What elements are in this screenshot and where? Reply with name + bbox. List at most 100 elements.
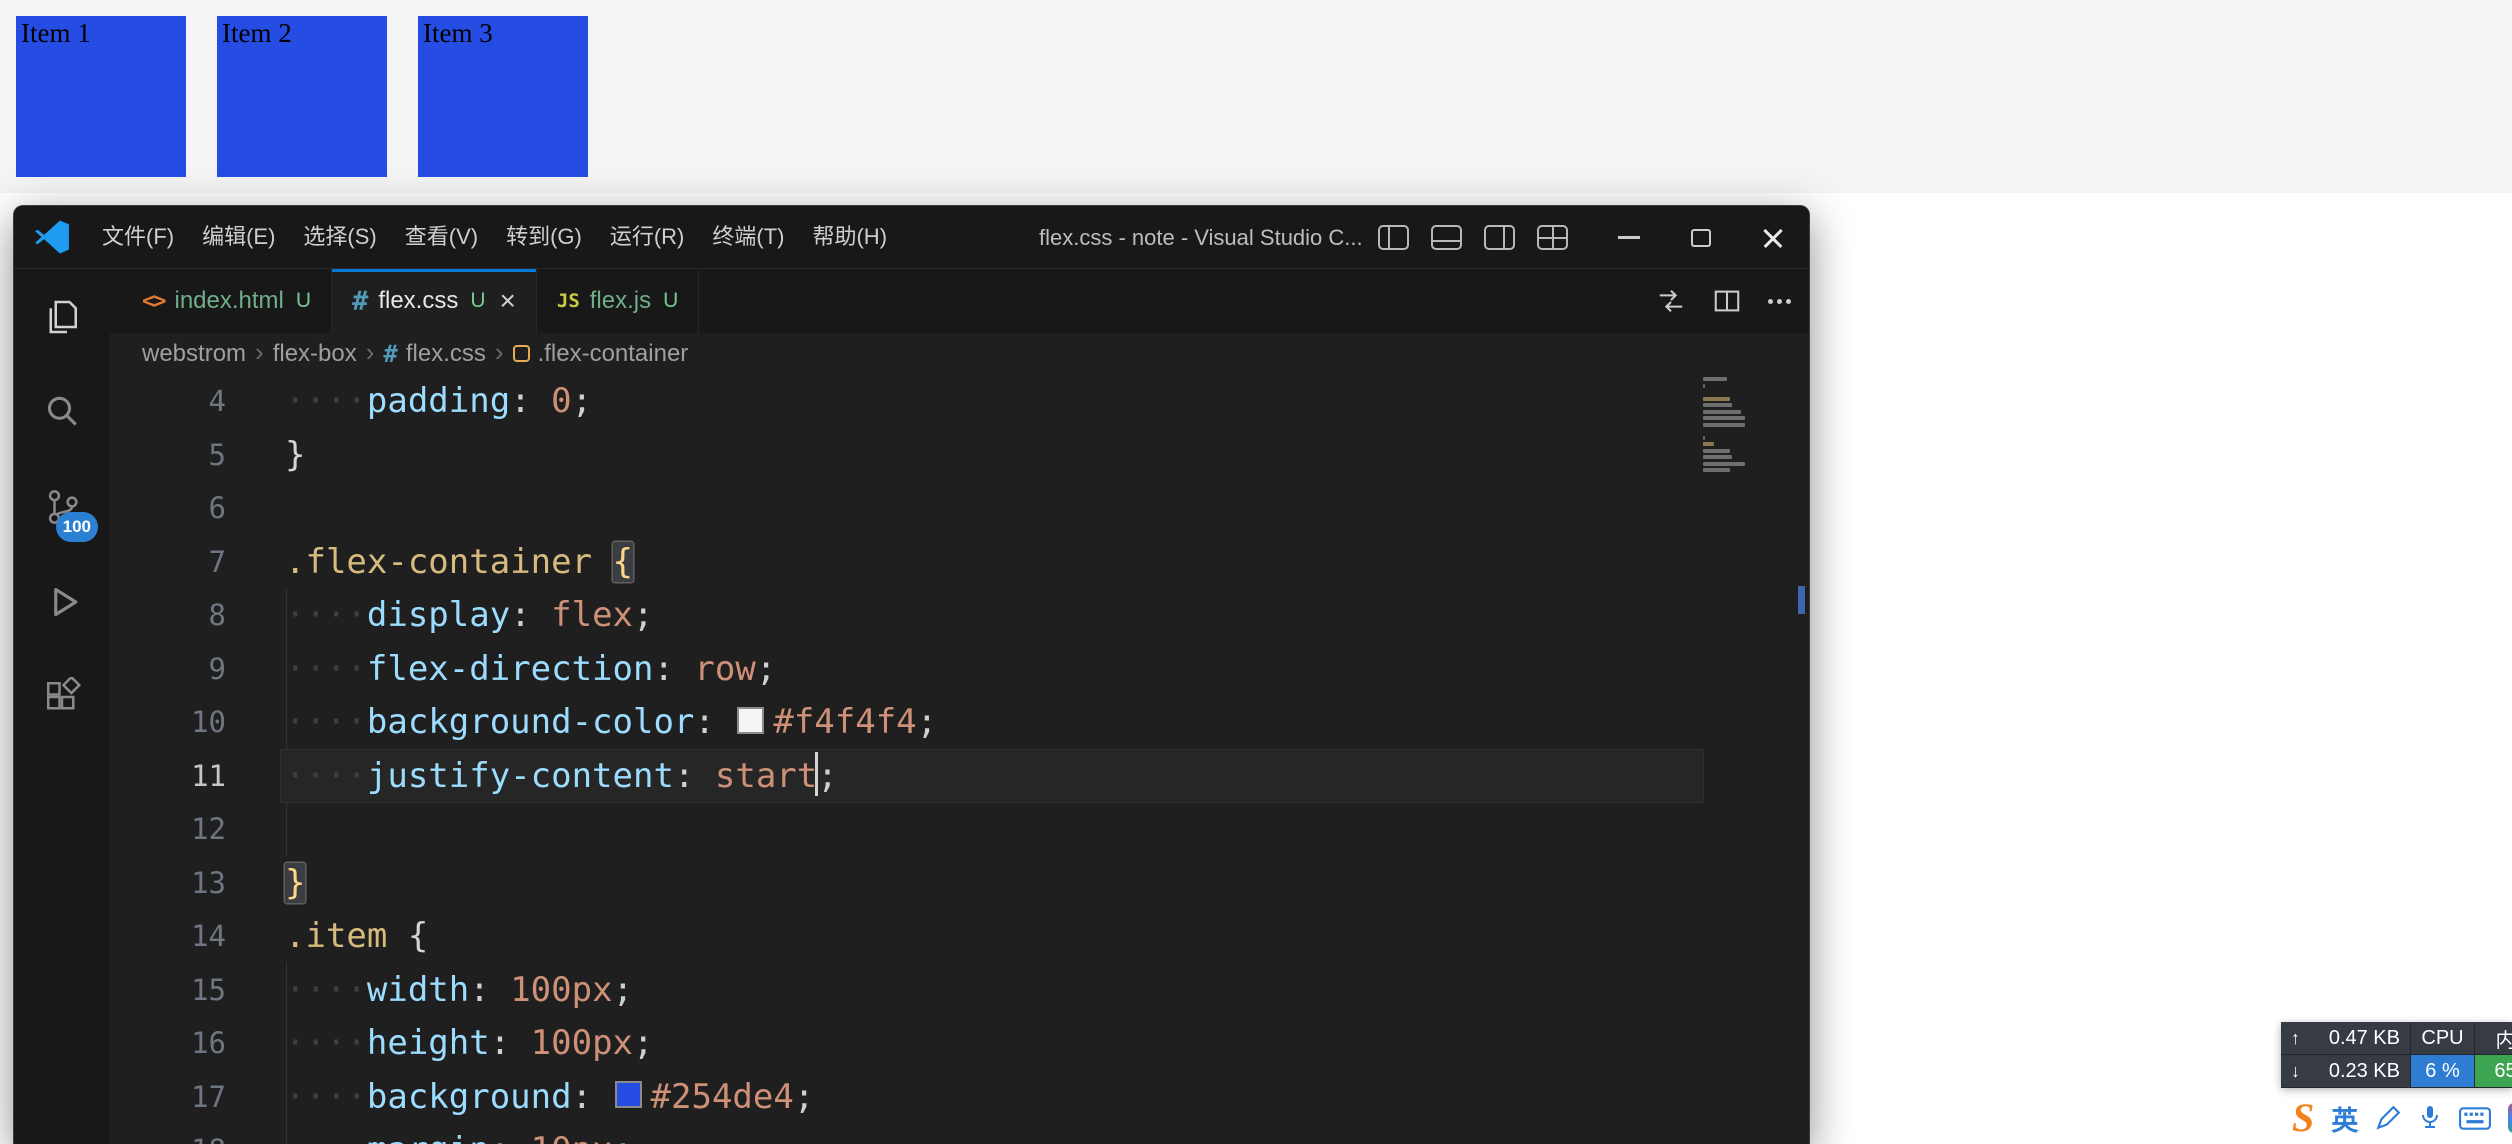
code-token: : [653,649,694,689]
explorer-icon [42,297,82,337]
upload-speed: 0.47 KB [2329,1027,2400,1050]
minimize-button[interactable] [1593,206,1665,269]
line-number: 8 [110,588,226,642]
menu-item-6[interactable]: 终端(T) [698,214,798,260]
code-line-18[interactable]: 18····margin: 10px; [110,1123,1809,1144]
run-debug-button[interactable] [14,554,110,649]
code-line-13[interactable]: 13} [110,856,1809,910]
code-text: ····flex-direction: row; [285,642,776,696]
code-line-6[interactable]: 6 [110,481,1809,535]
titlebar[interactable]: 文件(F)编辑(E)选择(S)查看(V)转到(G)运行(R)终端(T)帮助(H)… [14,206,1809,269]
tab-flex.css[interactable]: #flex.cssU× [332,269,537,333]
code-editor[interactable]: 4····padding: 0;5}67.flex-container {8 ··… [110,374,1809,1144]
toggle-panel-icon[interactable] [1431,225,1462,250]
breadcrumb-label: webstrom [142,340,246,368]
code-token: #f4f4f4 [773,702,916,742]
code-line-15[interactable]: 15 ····width: 100px; [110,963,1809,1017]
tab-index.html[interactable]: <>index.htmlU [122,269,332,333]
maximize-button[interactable] [1665,206,1737,269]
code-token: : [490,1130,531,1144]
minimap-line [1703,377,1727,381]
code-line-7[interactable]: 7.flex-container { [110,535,1809,589]
traffic-monitor-widget[interactable]: ↑ 0.47 KB ↓ 0.23 KB CPU 6 % 内 65 [2281,1022,2512,1088]
toggle-secondary-sidebar-icon[interactable] [1484,225,1515,250]
code-token: ; [613,1130,633,1144]
menu-bar: 文件(F)编辑(E)选择(S)查看(V)转到(G)运行(R)终端(T)帮助(H) [88,206,901,268]
ime-toolbox-icon[interactable] [2508,1103,2512,1133]
activity-bar: 100 [14,269,110,1144]
line-number: 15 [110,963,226,1017]
explorer-button[interactable] [14,269,110,364]
code-line-10[interactable]: 10····background-color: #f4f4f4; [110,695,1809,749]
close-button[interactable] [1737,206,1809,269]
pen-icon[interactable] [2375,1105,2401,1131]
code-text: ····display: flex; [285,588,654,642]
upload-arrow-icon: ↑ [2291,1028,2300,1049]
code-line-8[interactable]: 8 ····display: flex; [110,588,1809,642]
code-token: height [367,1023,490,1063]
code-line-4[interactable]: 4····padding: 0; [110,374,1809,428]
whitespace-dots: ···· [285,595,367,635]
html-file-icon: <> [142,289,165,314]
breadcrumb-item-flex.css[interactable]: #flex.css [383,340,485,368]
minimap-line [1703,449,1730,453]
ime-lang-indicator[interactable]: 英 [2331,1099,2358,1138]
breadcrumb-label: .flex-container [538,340,689,368]
breadcrumb-item-flex-box[interactable]: flex-box [273,340,357,368]
menu-item-2[interactable]: 选择(S) [289,214,390,260]
keyboard-icon[interactable] [2459,1107,2491,1130]
menu-item-5[interactable]: 运行(R) [596,214,699,260]
code-line-12[interactable]: 12 [110,802,1809,856]
code-token: justify-content [367,756,674,796]
cpu-usage: 6 % [2411,1055,2475,1088]
line-number: 6 [110,481,226,535]
sogou-input-icon[interactable]: S [2292,1098,2314,1138]
menu-item-7[interactable]: 帮助(H) [798,214,901,260]
tab-flex.js[interactable]: JSflex.jsU [537,269,699,333]
menu-item-1[interactable]: 编辑(E) [188,214,289,260]
whitespace-dots: ···· [285,1077,367,1117]
minimap[interactable] [1701,377,1747,527]
split-editor-icon[interactable] [1712,286,1742,316]
extensions-button[interactable] [14,649,110,744]
code-token: .flex-container [285,542,592,582]
code-text: ····width: 100px; [285,963,633,1017]
breadcrumb-item-webstrom[interactable]: webstrom [142,340,246,368]
code-token: start [715,756,817,796]
open-changes-icon[interactable] [1656,286,1686,316]
breadcrumb-separator: › [495,337,504,368]
menu-item-0[interactable]: 文件(F) [88,214,188,260]
code-line-14[interactable]: 14.item { [110,909,1809,963]
more-actions-icon[interactable] [1768,299,1791,304]
editor-group: <>index.htmlU #flex.css U × JSflex.jsU webst… [110,269,1809,1144]
code-token: ; [572,381,592,421]
code-text: .item { [285,909,428,963]
code-line-11[interactable]: 11····justify-content: start; [110,749,1809,803]
code-token: row [694,649,755,689]
code-line-16[interactable]: 16····height: 100px; [110,1016,1809,1070]
menu-item-3[interactable]: 查看(V) [391,214,492,260]
toggle-sidebar-icon[interactable] [1378,225,1409,250]
code-line-5[interactable]: 5} [110,428,1809,482]
breadcrumb-label: flex.css [406,340,486,368]
code-token: : [572,1077,613,1117]
tab-close-icon[interactable]: × [500,287,516,315]
git-status-badge: U [470,289,485,313]
code-line-17[interactable]: 17····background: #254de4; [110,1070,1809,1124]
source-control-button[interactable]: 100 [14,459,110,554]
search-button[interactable] [14,364,110,459]
code-line-9[interactable]: 9····flex-direction: row; [110,642,1809,696]
menu-item-4[interactable]: 转到(G) [492,214,596,260]
flex-demo-item-3: Item 3 [418,16,588,177]
tab-label: flex.css [378,287,458,315]
code-token: } [285,435,305,475]
mic-icon[interactable] [2418,1104,2442,1132]
code-text: } [285,856,305,910]
customize-layout-icon[interactable] [1537,225,1568,250]
network-speeds: ↑ 0.47 KB ↓ 0.23 KB [2281,1022,2411,1088]
code-token: ; [794,1077,814,1117]
line-number: 12 [110,802,226,856]
breadcrumb-item-.flex-container[interactable]: .flex-container [513,340,689,368]
window-title: flex.css - note - Visual Studio C... [1039,206,1363,269]
code-token: 100px [510,970,612,1010]
